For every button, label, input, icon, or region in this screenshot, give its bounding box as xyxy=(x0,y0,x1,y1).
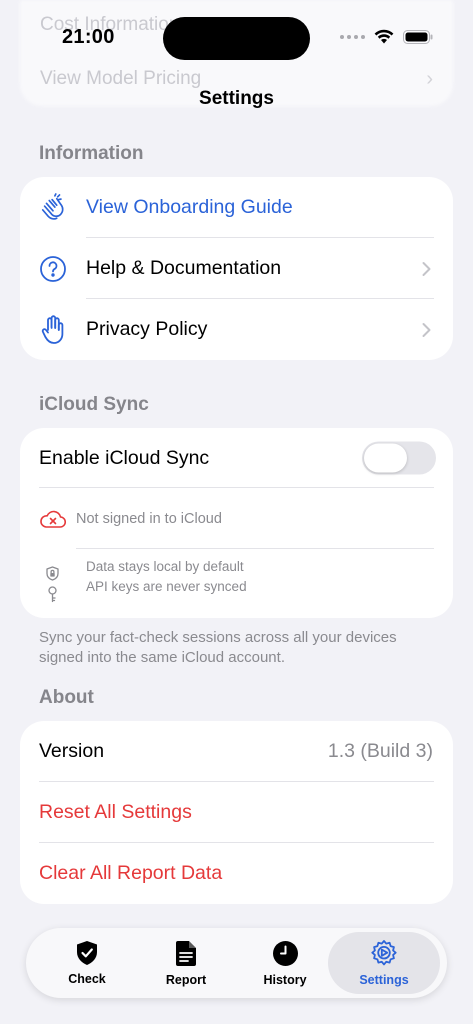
lock-shield-icon xyxy=(46,566,59,586)
tab-bar: Check Report History Settings xyxy=(26,928,447,998)
enable-icloud-sync-label: Enable iCloud Sync xyxy=(39,446,210,469)
dynamic-island xyxy=(163,17,310,60)
version-value: 1.3 (Build 3) xyxy=(327,740,433,762)
chevron-right-icon xyxy=(422,322,431,337)
signal-dots-icon xyxy=(340,34,365,39)
chevron-right-icon xyxy=(422,261,431,276)
clear-all-report-data-label: Clear All Report Data xyxy=(39,862,223,884)
key-icon xyxy=(47,586,58,608)
reset-all-settings-label: Reset All Settings xyxy=(39,801,192,823)
privacy-policy-label: Privacy Policy xyxy=(86,318,208,340)
tab-check-label: Check xyxy=(68,972,106,986)
tab-check[interactable]: Check xyxy=(37,928,137,998)
raised-hand-icon xyxy=(39,314,67,345)
status-bar: 21:00 xyxy=(0,0,473,60)
info-line-local-data: Data stays local by default xyxy=(86,559,244,574)
icloud-info-row: Data stays local by default API keys are… xyxy=(20,549,453,618)
icloud-sync-footer-note: Sync your fact-check sessions across all… xyxy=(39,629,397,666)
help-documentation-row[interactable]: Help & Documentation xyxy=(20,238,453,299)
tab-settings-label: Settings xyxy=(359,973,409,987)
tab-history-label: History xyxy=(263,972,307,987)
help-documentation-label: Help & Documentation xyxy=(86,257,282,279)
tab-report[interactable]: Report xyxy=(136,928,236,998)
view-onboarding-guide-row[interactable]: View Onboarding Guide xyxy=(20,177,453,238)
section-header-information: Information xyxy=(39,143,144,164)
privacy-policy-row[interactable]: Privacy Policy xyxy=(20,299,453,360)
clapping-hands-icon xyxy=(39,192,67,223)
section-header-icloud-sync: iCloud Sync xyxy=(39,394,149,415)
section-header-about: About xyxy=(39,687,94,708)
version-row: Version 1.3 (Build 3) xyxy=(20,721,453,782)
icloud-status-row: Not signed in to iCloud xyxy=(20,488,453,549)
enable-icloud-sync-row: Enable iCloud Sync xyxy=(20,428,453,488)
tab-history[interactable]: History xyxy=(235,928,335,998)
status-icons xyxy=(340,29,433,44)
view-onboarding-guide-label: View Onboarding Guide xyxy=(86,196,293,218)
page-title: Settings xyxy=(199,88,274,109)
shield-check-icon xyxy=(77,941,97,965)
clock-icon xyxy=(272,940,298,966)
question-circle-icon xyxy=(39,254,67,284)
info-line-api-keys: API keys are never synced xyxy=(86,579,247,594)
document-icon xyxy=(176,940,196,966)
ghost-view-model-pricing: View Model Pricing xyxy=(40,68,202,89)
icloud-status-text: Not signed in to iCloud xyxy=(76,510,222,527)
information-card: View Onboarding Guide Help & Documentati… xyxy=(20,177,453,360)
clear-all-report-data-button[interactable]: Clear All Report Data xyxy=(20,843,453,904)
battery-icon xyxy=(403,29,433,44)
icloud-error-icon xyxy=(39,504,67,534)
version-label: Version xyxy=(39,740,105,762)
wifi-icon xyxy=(374,29,394,44)
gear-icon xyxy=(371,940,397,966)
toggle-knob xyxy=(364,443,407,473)
icloud-sync-card: Enable iCloud Sync Not signed in to iClo… xyxy=(20,428,453,618)
tab-report-label: Report xyxy=(165,972,207,987)
reset-all-settings-button[interactable]: Reset All Settings xyxy=(20,782,453,843)
about-card: Version 1.3 (Build 3) Reset All Settings… xyxy=(20,721,453,904)
status-time: 21:00 xyxy=(62,26,115,48)
icloud-sync-toggle[interactable] xyxy=(362,441,436,475)
tab-settings[interactable]: Settings xyxy=(328,932,440,994)
